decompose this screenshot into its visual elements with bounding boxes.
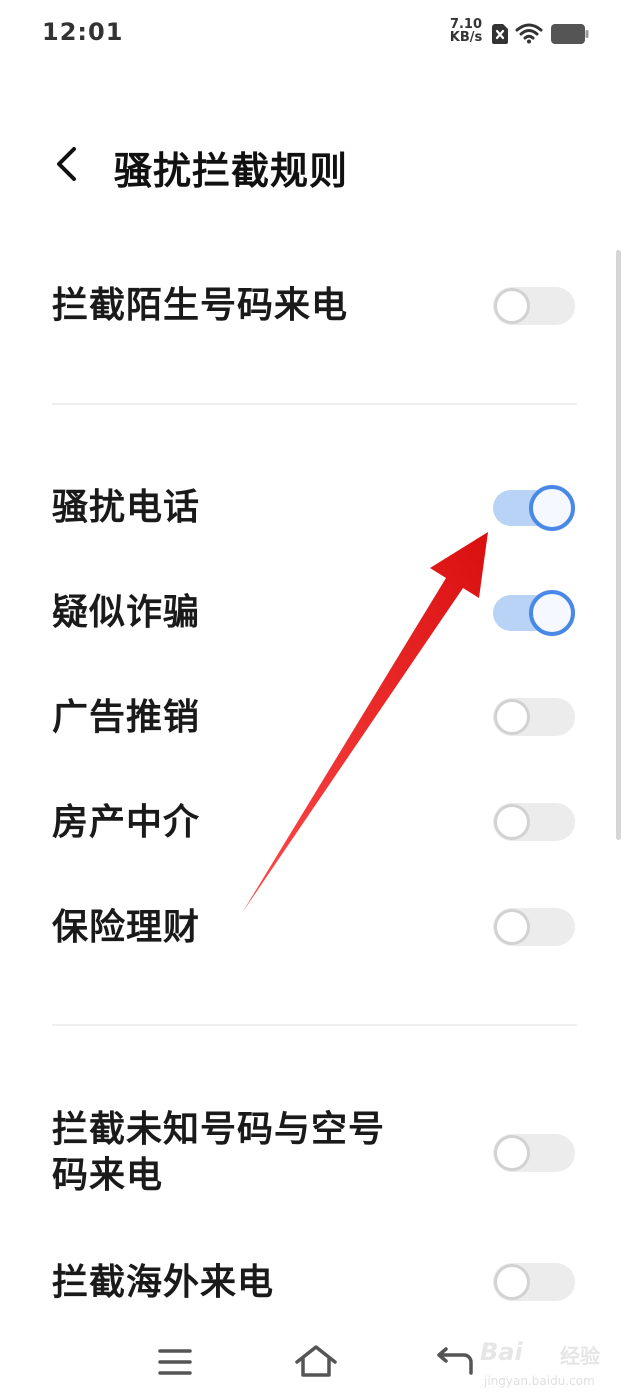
watermark: Bai 经验 jingyan.baidu.com [476,1334,626,1394]
section-divider [52,403,577,405]
network-speed-unit: KB/s [449,30,483,45]
back-icon[interactable] [436,1346,474,1376]
toggle-knob [529,590,575,636]
toggle-knob [494,1135,530,1171]
status-bar: 12:01 7.10 KB/s [0,0,630,70]
setting-row-insurance-finance: 保险理财 [52,905,577,951]
battery-icon [551,24,589,44]
menu-icon[interactable] [158,1348,192,1376]
toggle-switch[interactable] [493,803,575,841]
watermark-logo: Bai [480,1338,523,1366]
scrollbar[interactable] [616,250,621,840]
toggle-knob [529,485,575,531]
setting-row-block-unknown-callers: 拦截陌生号码来电 [52,283,577,329]
toggle-switch[interactable] [493,485,575,531]
status-time: 12:01 [42,18,124,46]
chevron-left-icon [57,147,76,181]
setting-row-unknown-empty-numbers: 拦截未知号码与空号 码来电 [52,1107,577,1199]
page-header: 骚扰拦截规则 [0,130,630,200]
toggle-switch[interactable] [493,590,575,636]
toggle-knob [494,288,530,324]
home-icon[interactable] [294,1344,338,1378]
toggle-switch[interactable] [493,287,575,325]
toggle-switch[interactable] [493,1134,575,1172]
setting-row-ad-promotion: 广告推销 [52,695,577,741]
toggle-switch[interactable] [493,1263,575,1301]
toggle-knob [494,804,530,840]
setting-row-real-estate-agency: 房产中介 [52,800,577,846]
setting-row-harassment-calls: 骚扰电话 [52,485,577,531]
toggle-knob [494,909,530,945]
setting-row-overseas-calls: 拦截海外来电 [52,1260,577,1306]
page-title: 骚扰拦截规则 [114,149,349,193]
toggle-knob [494,699,530,735]
toggle-knob [494,1264,530,1300]
setting-row-suspected-fraud: 疑似诈骗 [52,590,577,636]
network-speed: 7.10 KB/s [446,18,486,44]
wifi-icon [515,23,543,44]
toggle-switch[interactable] [493,698,575,736]
toggle-switch[interactable] [493,908,575,946]
back-button[interactable] [44,142,88,186]
watermark-brand: 经验 [560,1344,600,1368]
watermark-url: jingyan.baidu.com [484,1374,595,1388]
no-sim-icon [492,24,508,44]
section-divider [52,1024,577,1026]
